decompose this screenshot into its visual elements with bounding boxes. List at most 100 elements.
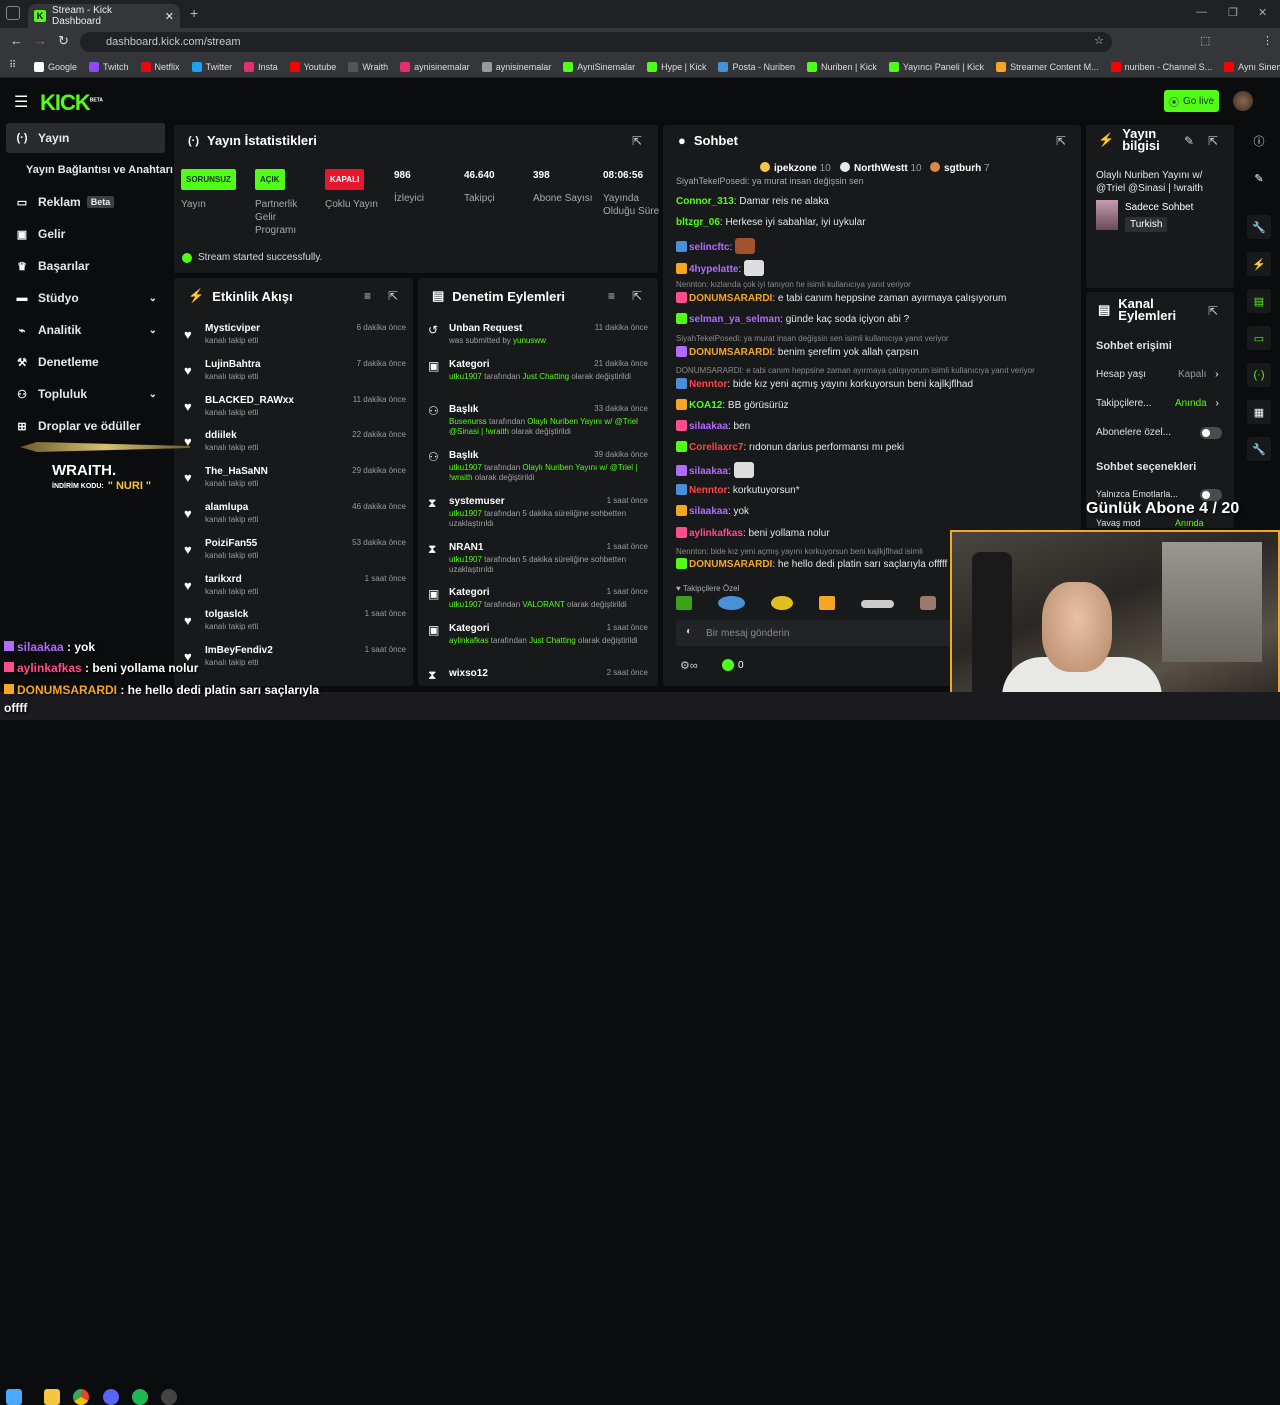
bookmark-star-icon[interactable]: ☆ (1094, 34, 1104, 47)
account-age-value[interactable]: Kapalı › (1178, 369, 1218, 380)
bookmark-item[interactable]: Youtube (289, 61, 336, 72)
sidebar-item[interactable]: ⊞ Droplar ve ödüller (6, 411, 165, 441)
moderation-user[interactable]: utku1907 (449, 463, 482, 472)
bookmark-item[interactable]: Posta - Nuriben (718, 61, 795, 72)
chat-username[interactable]: selincftc (689, 242, 730, 253)
follower-name[interactable]: PoiziFan55 (205, 538, 257, 549)
chat-username[interactable]: DONUMSARARDI (689, 293, 772, 304)
follower-name[interactable]: Mysticviper (205, 323, 260, 334)
chat-username[interactable]: silaakaa (689, 466, 728, 477)
bookmark-item[interactable]: Twitter (191, 61, 232, 72)
bookmark-item[interactable]: Yayıncı Paneli | Kick (888, 61, 984, 72)
moderation-user[interactable]: utku1907 (449, 372, 482, 381)
bookmark-item[interactable]: Twitch (89, 61, 129, 72)
sidebar-item[interactable]: ▬ Stüdyo ⌄ (6, 283, 165, 313)
follower-name[interactable]: ImBeyFendiv2 (205, 645, 273, 656)
file-explorer-icon[interactable] (44, 1389, 60, 1405)
broadcast-icon[interactable]: (·) (1247, 363, 1271, 387)
pen-icon[interactable]: ✎ (1247, 166, 1271, 190)
wrench-icon[interactable]: 🔧 (1247, 215, 1271, 239)
bookmark-item[interactable]: Aynı Sinemalar - Ça... (1224, 61, 1280, 72)
filter-icon[interactable]: ≡ (364, 289, 371, 303)
chat-username[interactable]: selman_ya_selman (689, 314, 780, 325)
subs-only-toggle[interactable] (1200, 427, 1222, 439)
hamburger-menu-icon[interactable]: ☰ (14, 92, 28, 112)
avatar[interactable] (1233, 91, 1253, 111)
minimize-icon[interactable]: — (1196, 6, 1207, 18)
popout-icon[interactable]: ⇱ (1056, 134, 1066, 148)
sidebar-item[interactable]: ⚒ Denetleme (6, 347, 165, 377)
bookmark-item[interactable]: Streamer Content M... (996, 61, 1099, 72)
spotify-icon[interactable] (132, 1389, 148, 1405)
emote-icon[interactable] (860, 600, 895, 608)
sidebar-item[interactable]: (·) Yayın (6, 123, 165, 153)
chat-username[interactable]: aylinkafkas (689, 528, 743, 539)
document-icon[interactable]: ▤ (1247, 289, 1271, 313)
follower-name[interactable]: tarikxrd (205, 574, 242, 585)
follower-name[interactable]: The_HaSaNN (205, 466, 268, 477)
follower-name[interactable]: alamlupa (205, 502, 248, 513)
sidebar-item[interactable]: ▭ Reklam Beta (6, 187, 165, 217)
reload-icon[interactable]: ↻ (58, 33, 69, 49)
moderation-user[interactable]: aylinkafkas (449, 636, 489, 645)
bookmark-item[interactable]: aynisinemalar (481, 61, 551, 72)
url-input[interactable]: dashboard.kick.com/stream ☆ (80, 32, 1112, 52)
sidebar-item[interactable]: ♛ Başarılar (6, 251, 165, 281)
moderation-user[interactable]: utku1907 (449, 555, 482, 564)
bookmark-item[interactable]: Nuriben | Kick (806, 61, 877, 72)
obs-icon[interactable] (161, 1389, 177, 1405)
chat-username[interactable]: Corellaxrc7 (689, 442, 743, 453)
bookmark-item[interactable]: nuriben - Channel S... (1110, 61, 1212, 72)
emote-icon[interactable] (676, 596, 692, 610)
sidebar-item[interactable]: ⌁ Analitik ⌄ (6, 315, 165, 345)
follower-name[interactable]: BLACKED_RAWxx (205, 395, 294, 406)
slow-mode-label[interactable]: Yavaş mod (1096, 518, 1140, 528)
account-age-label[interactable]: Hesap yaşı (1096, 369, 1146, 380)
chat-username[interactable]: Connor_313 (676, 196, 734, 207)
new-tab-icon[interactable]: + (190, 5, 198, 21)
emote-icon[interactable] (717, 596, 746, 610)
bookmark-item[interactable]: aynisinemalar (400, 61, 470, 72)
apps-icon[interactable]: ⠿ (9, 60, 16, 71)
bookmark-item[interactable]: Insta (244, 61, 278, 72)
moderation-user[interactable]: utku1907 (449, 600, 482, 609)
sidebar-item[interactable]: Yayın Bağlantısı ve Anahtarı (6, 155, 173, 185)
popout-icon[interactable]: ⇱ (632, 134, 642, 148)
lightning-icon[interactable]: ⚡ (1247, 252, 1271, 276)
chat-username[interactable]: silaakaa (689, 421, 728, 432)
moderation-user[interactable]: utku1907 (449, 509, 482, 518)
chat-username[interactable]: DONUMSARARDI (689, 559, 772, 570)
chat-username[interactable]: Nenntor (689, 485, 727, 496)
menu-dots-icon[interactable]: ⋮ (1262, 34, 1273, 47)
go-live-button[interactable]: ⦿ Go live (1164, 90, 1219, 112)
chat-bubble-icon[interactable]: ▭ (1247, 326, 1271, 350)
restore-icon[interactable]: ❐ (1228, 6, 1238, 19)
stats-icon[interactable]: ▦ (1247, 400, 1271, 424)
windows-start-icon[interactable] (6, 1389, 22, 1405)
chat-input[interactable]: ◐ Bir mesaj gönderin (676, 620, 956, 646)
popout-icon[interactable]: ⇱ (1208, 134, 1218, 148)
bookmark-item[interactable]: AyniSinemalar (563, 61, 635, 72)
top-gifter[interactable]: ipekzone 10 (760, 162, 831, 174)
tab-search-icon[interactable] (6, 6, 20, 20)
chat-username[interactable]: KOA12 (689, 400, 722, 411)
popout-icon[interactable]: ⇱ (632, 289, 642, 303)
bookmark-item[interactable]: Google (34, 61, 77, 72)
chat-username[interactable]: Nenntor (689, 379, 727, 390)
extensions-icon[interactable]: ⬚ (1200, 34, 1210, 47)
discord-icon[interactable] (103, 1389, 119, 1405)
follower-name[interactable]: tolgaslck (205, 609, 248, 620)
sidebar-item[interactable]: ⚇ Topluluk ⌄ (6, 379, 165, 409)
follower-name[interactable]: ddiilek (205, 430, 237, 441)
followers-label[interactable]: Takipçilere... (1096, 398, 1152, 409)
chat-username[interactable]: DONUMSARARDI (689, 347, 772, 358)
browser-tab[interactable]: K Stream - Kick Dashboard ✕ (28, 4, 180, 28)
sidebar-item[interactable]: ▣ Gelir (6, 219, 165, 249)
follower-name[interactable]: LujinBahtra (205, 359, 261, 370)
back-icon[interactable]: ← (10, 33, 23, 48)
forward-icon[interactable]: → (34, 33, 47, 48)
popout-icon[interactable]: ⇱ (388, 289, 398, 303)
filter-icon[interactable]: ≡ (608, 289, 615, 303)
followers-value[interactable]: Anında › (1175, 398, 1219, 409)
bookmark-item[interactable]: Netflix (140, 61, 180, 72)
